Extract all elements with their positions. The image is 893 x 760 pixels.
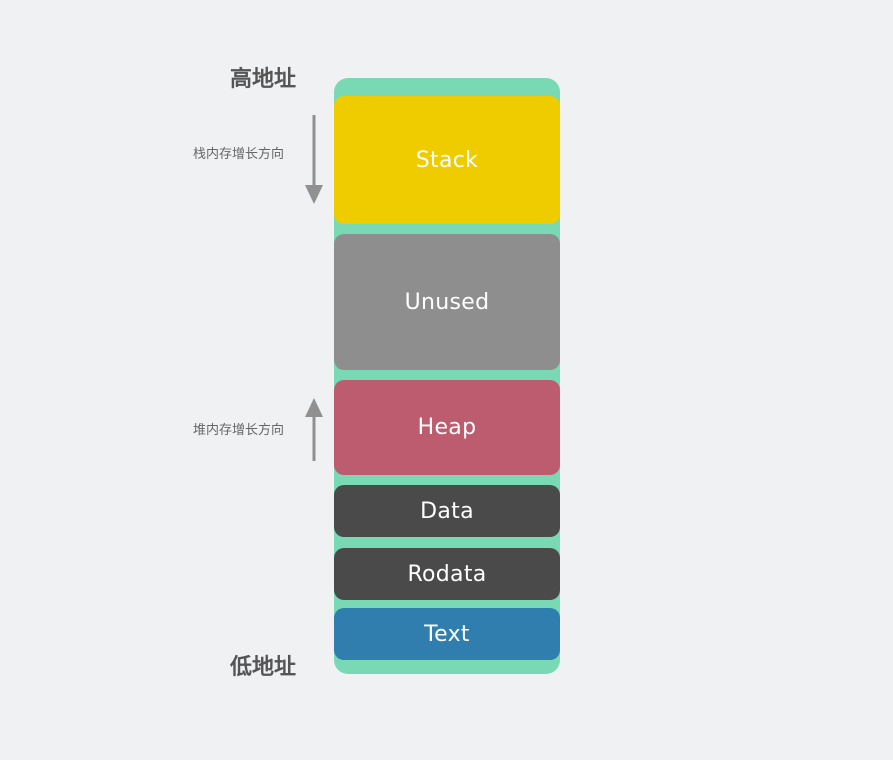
segment-heap: Heap bbox=[334, 380, 560, 475]
arrow-up-icon bbox=[304, 397, 324, 461]
stack-growth-label: 栈内存增长方向 bbox=[193, 147, 285, 162]
arrow-down-icon bbox=[304, 115, 324, 205]
segment-data: Data bbox=[334, 485, 560, 537]
segment-text: Text bbox=[334, 608, 560, 660]
segment-unused: Unused bbox=[334, 234, 560, 370]
high-address-label: 高地址 bbox=[230, 67, 297, 92]
segment-stack: Stack bbox=[334, 96, 560, 224]
segment-rodata: Rodata bbox=[334, 548, 560, 600]
heap-growth-label: 堆内存增长方向 bbox=[193, 423, 285, 438]
low-address-label: 低地址 bbox=[230, 655, 297, 680]
